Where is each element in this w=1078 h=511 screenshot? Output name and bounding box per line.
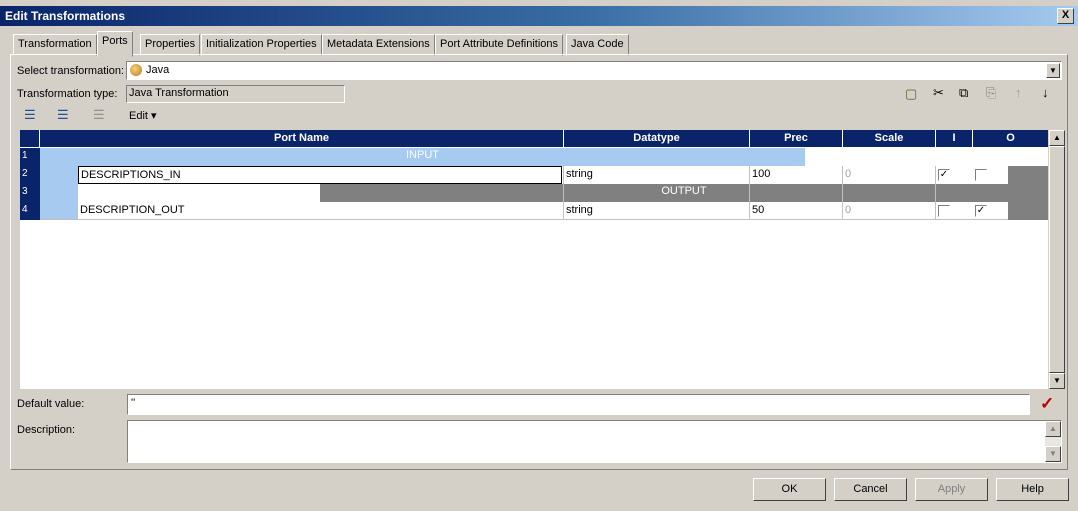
col-prec[interactable]: Prec [750,130,843,147]
validate-check-icon[interactable]: ✓ [1040,394,1054,414]
ports-grid: Port Name Datatype Prec Scale I O 1 INPU… [20,130,1048,389]
grid-scrollbar[interactable]: ▲ ▼ [1049,130,1065,389]
select-transformation-label: Select transformation: [17,65,124,77]
group-header-input: INPUT [40,148,805,166]
description-scrollbar[interactable]: ▲ ▼ [1045,421,1061,462]
move-up-icon[interactable]: ↑ [1015,85,1022,101]
group-header-output: OUTPUT [320,184,1048,202]
group-indent [40,166,78,184]
default-value-input[interactable]: '' [127,394,1030,415]
column-divider [935,166,936,220]
scroll-thumb[interactable] [1049,146,1065,373]
tab-transformation[interactable]: Transformation [13,34,97,56]
col-datatype[interactable]: Datatype [564,130,750,147]
row-divider [40,219,1008,220]
row-number[interactable]: 1 [20,148,40,166]
output-checkbox[interactable] [975,169,987,181]
column-divider [563,166,564,220]
edit-menu[interactable]: Edit ▾ [129,109,157,122]
default-value-label: Default value: [17,398,85,410]
tab-initialization-properties[interactable]: Initialization Properties [201,34,322,56]
row-number[interactable]: 4 [20,202,40,220]
edit-menu-label: Edit [129,110,148,122]
row-filler [1008,166,1048,184]
new-icon[interactable]: ▢ [905,86,917,102]
help-button[interactable]: Help [996,478,1069,501]
scale-cell: 0 [845,168,852,180]
description-textarea[interactable]: ▲ ▼ [127,420,1062,463]
tab-java-code[interactable]: Java Code [566,34,629,56]
description-label: Description: [17,424,76,436]
ok-button[interactable]: OK [753,478,826,501]
cancel-button[interactable]: Cancel [834,478,907,501]
delete-port-icon[interactable]: ☰ [93,107,105,123]
tab-metadata-extensions[interactable]: Metadata Extensions [322,34,435,56]
row-filler [1008,202,1048,220]
tab-port-attribute-definitions[interactable]: Port Attribute Definitions [435,34,564,56]
paste-icon[interactable]: ⎘ [986,85,996,101]
transformation-type-field: Java Transformation [126,85,345,103]
window-titlebar: Edit Transformations X [0,6,1078,26]
chevron-down-icon[interactable]: ▼ [1046,63,1060,78]
datatype-cell[interactable]: string [564,202,750,220]
scroll-up-icon[interactable]: ▲ [1045,421,1061,437]
move-down-icon[interactable]: ↓ [1042,85,1049,101]
col-scale[interactable]: Scale [843,130,936,147]
port-name-cell[interactable]: DESCRIPTION_OUT [78,202,564,220]
scroll-down-icon[interactable]: ▼ [1049,373,1065,389]
add-port-icon[interactable]: ☰ [24,107,36,123]
chevron-down-icon: ▾ [151,110,157,122]
col-output[interactable]: O [973,130,1048,147]
cut-icon[interactable]: ✂ [933,85,944,101]
input-checkbox[interactable] [938,205,950,217]
apply-button[interactable]: Apply [915,478,988,501]
row-number[interactable]: 2 [20,166,40,184]
prec-cell[interactable]: 50 [750,202,843,220]
col-input[interactable]: I [936,130,973,147]
scale-cell: 0 [845,204,852,216]
transformation-type-label: Transformation type: [17,88,118,100]
tab-properties[interactable]: Properties [140,34,201,56]
copy-icon[interactable]: ⧉ [959,85,968,101]
row-number[interactable]: 3 [20,184,40,202]
select-transformation-value: Java [146,64,170,76]
java-cup-icon [130,64,142,76]
insert-port-icon[interactable]: ☰ [57,107,69,123]
group-indent [40,184,78,202]
group-indent [40,202,78,220]
column-divider [749,166,750,220]
close-button[interactable]: X [1057,8,1074,24]
output-checkbox[interactable]: ✓ [975,205,987,217]
row-header-corner [20,130,40,147]
select-transformation-combo[interactable]: Java ▼ [126,61,1062,80]
prec-cell[interactable]: 100 [750,166,843,184]
port-name-cell[interactable]: DESCRIPTIONS_IN [78,166,562,184]
datatype-cell[interactable]: string [564,166,750,184]
input-checkbox[interactable]: ✓ [938,169,950,181]
column-divider [842,166,843,220]
scroll-down-icon[interactable]: ▼ [1045,446,1061,462]
scroll-up-icon[interactable]: ▲ [1049,130,1065,146]
window-title: Edit Transformations [5,9,126,23]
tab-ports[interactable]: Ports [97,31,133,57]
col-port-name[interactable]: Port Name [40,130,564,147]
